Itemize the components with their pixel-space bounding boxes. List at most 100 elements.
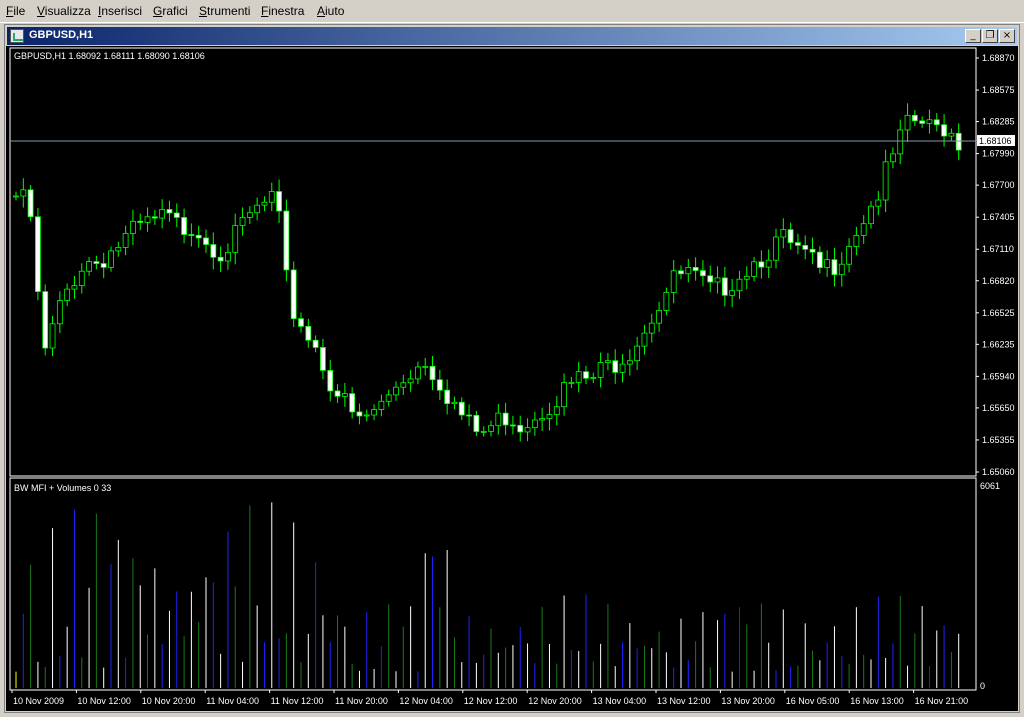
- candle-body: [955, 132, 962, 151]
- candle-body: [56, 300, 63, 325]
- candle-body: [422, 365, 429, 368]
- time-tick-label: 12 Nov 04:00: [399, 696, 453, 706]
- candle-body: [495, 412, 502, 427]
- candle-body: [298, 318, 304, 327]
- price-tick-label: 1.67110: [982, 244, 1014, 254]
- candle-body: [524, 427, 531, 433]
- candle-body: [181, 217, 187, 235]
- candle-body: [436, 379, 443, 391]
- candle-body: [795, 242, 801, 246]
- candle-body: [210, 244, 217, 258]
- time-tick-label: 13 Nov 20:00: [721, 696, 775, 706]
- price-tick-label: 1.65355: [982, 435, 1015, 445]
- candle-body: [334, 390, 341, 397]
- candle-body: [451, 401, 458, 405]
- candle-body: [685, 267, 692, 275]
- candle-body: [166, 209, 173, 214]
- time-tick-label: 12 Nov 20:00: [528, 696, 582, 706]
- candle-body: [948, 132, 955, 137]
- price-tick-label: 1.65940: [982, 371, 1015, 381]
- time-tick-label: 11 Nov 04:00: [206, 696, 259, 706]
- candle-body: [27, 189, 34, 218]
- candle-body: [71, 285, 78, 290]
- menu-inserisci[interactable]: Inserisci: [98, 4, 142, 18]
- chart-canvas[interactable]: 1.68870 1.68575 1.68285 1.67990 1.67700 1.674…: [6, 46, 1018, 711]
- time-tick-label: 11 Nov 20:00: [335, 696, 388, 706]
- candle-body: [466, 414, 472, 417]
- menu-finestra[interactable]: Finestra: [261, 4, 304, 18]
- candle-body: [510, 424, 516, 427]
- price-tick-label: 1.68870: [982, 53, 1015, 63]
- candle-body: [349, 393, 356, 413]
- candle-body: [20, 189, 27, 197]
- menu-visualizza[interactable]: Visualizza: [37, 4, 91, 18]
- candle-body: [225, 251, 231, 262]
- close-button[interactable]: ×: [999, 29, 1015, 43]
- window-titlebar[interactable]: GBPUSD,H1 _ ❐ ×: [7, 27, 1017, 45]
- candle-body: [933, 119, 940, 126]
- time-tick-label: 10 Nov 2009: [13, 696, 64, 706]
- candle-body: [568, 382, 575, 384]
- candle-body: [312, 339, 319, 348]
- time-tick-label: 16 Nov 13:00: [850, 696, 904, 706]
- candle-body: [305, 325, 312, 341]
- candle-body: [400, 382, 407, 388]
- price-tick-label: 1.66820: [982, 276, 1015, 286]
- candle-body: [670, 270, 677, 293]
- price-tick-label: 1.66235: [982, 339, 1015, 349]
- candle-body: [626, 360, 633, 365]
- chart-area[interactable]: 1.68870 1.68575 1.68285 1.67990 1.67700 1.674…: [6, 46, 1018, 711]
- candle-body: [531, 419, 538, 429]
- menu-strumenti[interactable]: Strumenti: [199, 4, 250, 18]
- price-tick-label: 1.65060: [982, 467, 1015, 477]
- candle-body: [188, 234, 195, 236]
- candle-body: [890, 153, 896, 163]
- candle-body: [473, 414, 480, 432]
- candle-body: [809, 248, 816, 253]
- candle-body: [407, 378, 414, 384]
- candle-body: [232, 225, 239, 253]
- time-tick-label: 13 Nov 12:00: [657, 696, 711, 706]
- candle-body: [721, 277, 728, 296]
- price-tick-label: 1.67405: [982, 212, 1015, 222]
- candle-body: [320, 347, 326, 371]
- candle-body: [78, 270, 85, 287]
- candle-body: [897, 129, 904, 155]
- candle-body: [583, 371, 589, 379]
- menu-aiuto[interactable]: Aiuto: [317, 4, 344, 18]
- time-tick-label: 10 Nov 12:00: [77, 696, 131, 706]
- candle-body: [838, 263, 845, 276]
- candle-body: [736, 278, 743, 292]
- candle-body: [773, 236, 779, 261]
- candle-body: [926, 119, 933, 124]
- candle-body: [378, 400, 385, 410]
- candle-body: [619, 363, 626, 373]
- candle-body: [634, 345, 641, 362]
- candle-body: [831, 259, 838, 276]
- candle-body: [327, 370, 334, 392]
- candle-body: [144, 216, 151, 223]
- menu-grafici[interactable]: Grafici: [153, 4, 188, 18]
- time-tick-label: 16 Nov 05:00: [786, 696, 840, 706]
- candle-body: [393, 386, 399, 396]
- restore-button[interactable]: ❐: [982, 29, 998, 43]
- candle-body: [151, 216, 158, 219]
- candle-body: [283, 210, 290, 271]
- candle-body: [42, 291, 49, 349]
- candle-body: [341, 393, 348, 397]
- indicator-zero-label: 0: [980, 681, 985, 691]
- candle-body: [751, 261, 757, 277]
- menu-bar: File Visualizza Inserisci Grafici Strumenti F…: [0, 0, 1024, 23]
- candle-body: [853, 235, 860, 247]
- menu-file[interactable]: File: [6, 4, 25, 18]
- candle-body: [86, 261, 92, 272]
- indicator-header: BW MFI + Volumes 0 33: [14, 483, 111, 493]
- candle-body: [868, 205, 874, 225]
- candle-body: [802, 244, 809, 250]
- minimize-button[interactable]: _: [965, 29, 981, 43]
- candle-body: [254, 204, 261, 214]
- chart-window-icon: [10, 29, 24, 43]
- candle-body: [546, 414, 553, 419]
- candle-body: [203, 237, 209, 245]
- candle-body: [444, 389, 451, 405]
